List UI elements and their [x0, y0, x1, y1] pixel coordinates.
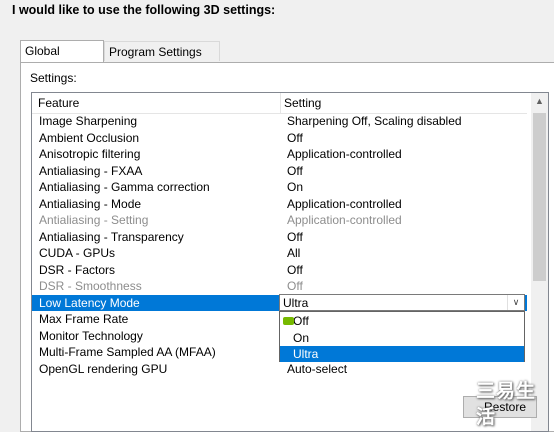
- feature-cell: Antialiasing - FXAA: [39, 163, 143, 178]
- feature-cell: Antialiasing - Transparency: [39, 229, 184, 244]
- feature-cell: Ambient Occlusion: [39, 130, 140, 145]
- feature-cell: Image Sharpening: [39, 114, 138, 128]
- feature-cell: Multi-Frame Sampled AA (MFAA): [39, 345, 216, 359]
- low-latency-mode-dropdown[interactable]: Ultra ∨: [279, 294, 525, 311]
- nvidia-recommended-icon: [283, 317, 294, 325]
- table-row[interactable]: Antialiasing - FXAA Off: [32, 163, 527, 180]
- feature-cell: DSR - Factors: [39, 262, 116, 277]
- feature-column-header[interactable]: Feature: [38, 96, 79, 110]
- setting-column-header[interactable]: Setting: [284, 96, 321, 110]
- dropdown-option-on[interactable]: On: [280, 330, 524, 346]
- page-heading: I would like to use the following 3D set…: [12, 3, 276, 17]
- settings-list[interactable]: Feature Setting Image Sharpening Sharpeni…: [31, 92, 549, 432]
- scrollbar-thumb[interactable]: [533, 113, 546, 281]
- combo-selected-value: Ultra: [283, 296, 309, 310]
- feature-cell: DSR - Smoothness: [39, 279, 142, 293]
- tab-program-settings[interactable]: Program Settings: [104, 41, 220, 61]
- chevron-down-icon[interactable]: ∨: [507, 295, 524, 310]
- feature-cell: Antialiasing - Mode: [39, 196, 142, 211]
- watermark-logo: 三易生活: [476, 379, 552, 428]
- feature-cell: Antialiasing - Gamma correction: [39, 180, 210, 194]
- setting-cell: Off: [287, 279, 303, 293]
- table-row[interactable]: Image Sharpening Sharpening Off, Scaling …: [32, 113, 527, 130]
- table-row[interactable]: CUDA - GPUs All: [32, 245, 527, 262]
- table-row[interactable]: Antialiasing - Mode Application-controlle…: [32, 196, 527, 213]
- dropdown-option-label: Off: [293, 314, 309, 328]
- settings-label: Settings:: [30, 71, 77, 85]
- feature-cell: OpenGL rendering GPU: [39, 361, 168, 376]
- table-row[interactable]: Antialiasing - Gamma correction On: [32, 179, 527, 196]
- feature-cell: Antialiasing - Setting: [39, 213, 149, 227]
- setting-cell: Application-controlled: [287, 213, 402, 227]
- setting-cell: All: [287, 246, 301, 260]
- setting-cell: Off: [287, 262, 303, 277]
- dropdown-option-label: On: [293, 331, 310, 345]
- setting-cell: On: [287, 180, 304, 194]
- feature-cell: Max Frame Rate: [39, 312, 129, 326]
- setting-cell: Off: [287, 130, 303, 145]
- feature-cell: CUDA - GPUs: [39, 246, 116, 260]
- setting-cell: Application-controlled: [287, 196, 402, 211]
- table-row[interactable]: Antialiasing - Transparency Off: [32, 229, 527, 246]
- dropdown-list: Off On Ultra: [279, 311, 525, 362]
- dropdown-option-label: Ultra: [293, 347, 319, 361]
- setting-cell: Sharpening Off, Scaling disabled: [287, 114, 462, 128]
- setting-cell: Auto-select: [287, 361, 348, 376]
- list-header: Feature Setting: [32, 93, 527, 114]
- table-row[interactable]: Antialiasing - Setting Application-contro…: [32, 212, 527, 229]
- feature-cell: Anisotropic filtering: [39, 147, 141, 161]
- setting-cell: Application-controlled: [287, 147, 402, 161]
- table-row[interactable]: DSR - Smoothness Off: [32, 278, 527, 295]
- feature-cell: Low Latency Mode: [39, 295, 140, 310]
- dropdown-option-off[interactable]: Off: [280, 313, 524, 329]
- table-row[interactable]: Anisotropic filtering Application-control…: [32, 146, 527, 163]
- table-row[interactable]: OpenGL rendering GPU Auto-select: [32, 361, 527, 378]
- feature-cell: Monitor Technology: [39, 328, 143, 343]
- column-divider[interactable]: [280, 93, 281, 113]
- scroll-up-arrow-icon[interactable]: ▲: [531, 93, 548, 110]
- table-row[interactable]: DSR - Factors Off: [32, 262, 527, 279]
- table-row[interactable]: Ambient Occlusion Off: [32, 130, 527, 147]
- tab-global-settings[interactable]: Global Settings: [20, 40, 104, 78]
- dropdown-option-ultra[interactable]: Ultra: [280, 346, 524, 362]
- setting-cell: Off: [287, 229, 303, 244]
- setting-cell: Off: [287, 163, 303, 178]
